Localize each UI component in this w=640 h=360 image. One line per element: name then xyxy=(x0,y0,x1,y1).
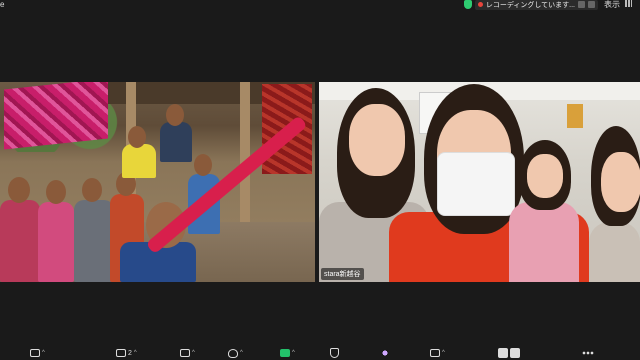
record-dot-icon xyxy=(477,2,483,7)
video-tile-right[interactable]: stara新越谷 xyxy=(319,82,640,282)
child-figure xyxy=(122,144,156,178)
child-face xyxy=(166,104,184,126)
view-menu[interactable]: 表示 xyxy=(604,0,620,10)
participant-name-right: stara新越谷 xyxy=(321,268,364,280)
child-face xyxy=(128,126,146,148)
child-figure xyxy=(74,200,114,282)
participants-count: 2 xyxy=(128,349,132,357)
chevron-up-icon[interactable]: ^ xyxy=(442,350,445,356)
child-face xyxy=(8,177,30,203)
participants-control[interactable]: 2 ^ xyxy=(116,347,137,359)
chevron-up-icon[interactable]: ^ xyxy=(240,350,243,356)
chat-icon[interactable] xyxy=(180,349,190,357)
security-control[interactable] xyxy=(330,347,339,359)
encryption-shield-icon[interactable] xyxy=(463,0,472,9)
wall-poster xyxy=(567,104,583,128)
chevron-up-icon[interactable]: ^ xyxy=(134,350,137,356)
child-face xyxy=(82,178,102,202)
apps-icon[interactable] xyxy=(430,349,440,357)
apps-control[interactable]: ^ xyxy=(430,347,445,359)
video-tile-left[interactable] xyxy=(0,82,315,282)
face-mask-icon xyxy=(437,152,515,216)
chevron-up-icon[interactable]: ^ xyxy=(42,350,45,356)
pause-icon[interactable] xyxy=(578,1,585,8)
more-icon[interactable] xyxy=(582,348,594,358)
chevron-up-icon[interactable]: ^ xyxy=(292,350,295,356)
hanging-pink-cloth xyxy=(4,82,108,150)
video-icon[interactable] xyxy=(30,349,40,357)
child-figure xyxy=(0,200,40,282)
recording-label: レコーディングしています... xyxy=(485,1,575,9)
react-control[interactable]: ^ xyxy=(228,347,243,359)
ai-companion-icon[interactable] xyxy=(380,348,390,358)
person-face xyxy=(527,154,563,198)
video-control[interactable]: ^ xyxy=(30,347,45,359)
share-control[interactable]: ^ xyxy=(280,347,295,359)
app-title: e xyxy=(0,0,5,9)
child-face xyxy=(194,154,212,176)
child-figure xyxy=(160,122,192,162)
person-sweater xyxy=(589,222,640,282)
person-face xyxy=(601,152,640,212)
recording-controls[interactable] xyxy=(498,347,520,359)
top-bar: e レコーディングしています... 表示 xyxy=(0,0,640,10)
chevron-up-icon[interactable]: ^ xyxy=(192,350,195,356)
pause-recording-icon[interactable] xyxy=(498,348,508,358)
gallery-view-icon[interactable] xyxy=(625,0,632,7)
security-icon[interactable] xyxy=(330,348,339,358)
more-control[interactable] xyxy=(582,347,594,359)
child-figure xyxy=(38,202,74,282)
person-sweater xyxy=(509,202,579,282)
recording-indicator[interactable]: レコーディングしています... xyxy=(474,0,598,10)
recording-status-group: レコーディングしています... xyxy=(463,0,598,10)
share-screen-icon[interactable] xyxy=(280,349,290,357)
chat-control[interactable]: ^ xyxy=(180,347,195,359)
heart-icon[interactable] xyxy=(228,348,238,358)
ai-companion-control[interactable] xyxy=(380,347,390,359)
stop-recording-icon[interactable] xyxy=(510,348,520,358)
participants-icon[interactable] xyxy=(116,349,126,357)
person-face xyxy=(349,104,405,176)
stop-icon[interactable] xyxy=(588,1,595,8)
child-face xyxy=(46,180,66,204)
